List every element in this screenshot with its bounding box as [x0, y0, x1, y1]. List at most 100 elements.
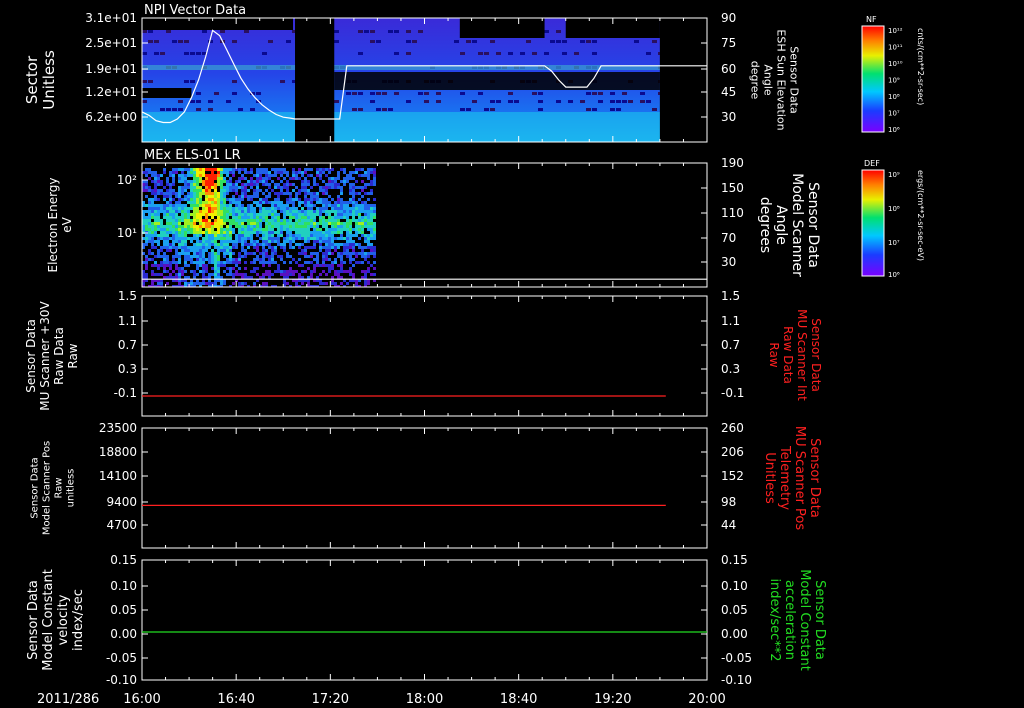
els-pixel: [241, 198, 244, 201]
els-pixel: [196, 273, 199, 276]
npi-speckle: [520, 52, 525, 55]
els-pixel: [301, 276, 304, 279]
els-pixel: [229, 240, 232, 243]
els-pixel: [238, 168, 241, 171]
els-pixel: [268, 195, 271, 198]
els-pixel: [304, 219, 307, 222]
els-pixel: [178, 204, 181, 207]
els-pixel: [214, 255, 217, 258]
els-pixel: [319, 264, 322, 267]
els-pixel: [157, 192, 160, 195]
els-pixel: [283, 186, 286, 189]
els-pixel: [295, 261, 298, 264]
els-pixel: [268, 183, 271, 186]
els-pixel: [310, 246, 313, 249]
els-pixel: [328, 183, 331, 186]
npi-speckle: [232, 40, 237, 43]
els-pixel: [355, 261, 358, 264]
els-pixel: [361, 255, 364, 258]
els-pixel: [148, 201, 151, 204]
els-pixel: [172, 240, 175, 243]
els-pixel: [211, 195, 214, 198]
npi-speckle: [394, 92, 399, 95]
npi-speckle: [172, 108, 177, 111]
y-tick-label: 0.15: [110, 553, 137, 567]
els-pixel: [325, 258, 328, 261]
els-pixel: [157, 180, 160, 183]
els-pixel: [148, 234, 151, 237]
els-pixel: [232, 222, 235, 225]
els-pixel: [220, 198, 223, 201]
els-pixel: [145, 222, 148, 225]
els-pixel: [286, 207, 289, 210]
els-pixel: [328, 210, 331, 213]
els-pixel: [214, 267, 217, 270]
els-pixel: [262, 252, 265, 255]
els-pixel: [319, 243, 322, 246]
npi-speckle: [148, 80, 153, 83]
els-pixel: [166, 264, 169, 267]
npi-speckle: [640, 100, 645, 103]
els-pixel: [364, 171, 367, 174]
y-tick-label: 0.10: [110, 579, 137, 593]
els-pixel: [289, 201, 292, 204]
npi-speckle: [142, 30, 147, 33]
npi-speckle: [424, 92, 429, 95]
els-pixel: [346, 243, 349, 246]
els-pixel: [265, 243, 268, 246]
els-pixel: [325, 168, 328, 171]
els-pixel: [349, 243, 352, 246]
els-pixel: [334, 222, 337, 225]
els-pixel: [343, 243, 346, 246]
els-pixel: [304, 177, 307, 180]
els-pixel: [346, 234, 349, 237]
npi-speckle: [178, 40, 183, 43]
els-pixel: [199, 201, 202, 204]
els-pixel: [205, 267, 208, 270]
els-pixel: [235, 207, 238, 210]
els-pixel: [211, 222, 214, 225]
els-pixel: [211, 210, 214, 213]
els-pixel: [283, 168, 286, 171]
npi-speckle: [232, 92, 237, 95]
els-pixel: [169, 225, 172, 228]
els-pixel: [175, 228, 178, 231]
els-pixel: [190, 174, 193, 177]
els-pixel: [205, 189, 208, 192]
els-pixel: [265, 198, 268, 201]
els-pixel: [223, 228, 226, 231]
els-pixel: [322, 252, 325, 255]
npi-speckle: [628, 100, 633, 103]
els-pixel: [238, 171, 241, 174]
els-pixel: [268, 186, 271, 189]
els-pixel: [304, 231, 307, 234]
els-pixel: [229, 249, 232, 252]
els-pixel: [187, 246, 190, 249]
els-pixel: [184, 210, 187, 213]
els-pixel: [193, 276, 196, 279]
els-pixel: [244, 228, 247, 231]
els-pixel: [286, 270, 289, 273]
els-pixel: [352, 276, 355, 279]
els-pixel: [157, 255, 160, 258]
els-pixel: [352, 198, 355, 201]
els-pixel: [151, 234, 154, 237]
els-pixel: [358, 219, 361, 222]
npi-speckle: [142, 80, 147, 83]
npi-speckle: [616, 108, 621, 111]
els-pixel: [373, 228, 376, 231]
els-pixel: [232, 246, 235, 249]
els-pixel: [343, 249, 346, 252]
els-pixel: [175, 273, 178, 276]
els-pixel: [307, 210, 310, 213]
els-pixel: [214, 186, 217, 189]
els-pixel: [343, 201, 346, 204]
els-pixel: [217, 225, 220, 228]
els-pixel: [220, 228, 223, 231]
els-pixel: [331, 252, 334, 255]
els-pixel: [367, 237, 370, 240]
els-pixel: [310, 216, 313, 219]
npi-speckle: [154, 40, 159, 43]
els-pixel: [217, 180, 220, 183]
els-pixel: [175, 171, 178, 174]
